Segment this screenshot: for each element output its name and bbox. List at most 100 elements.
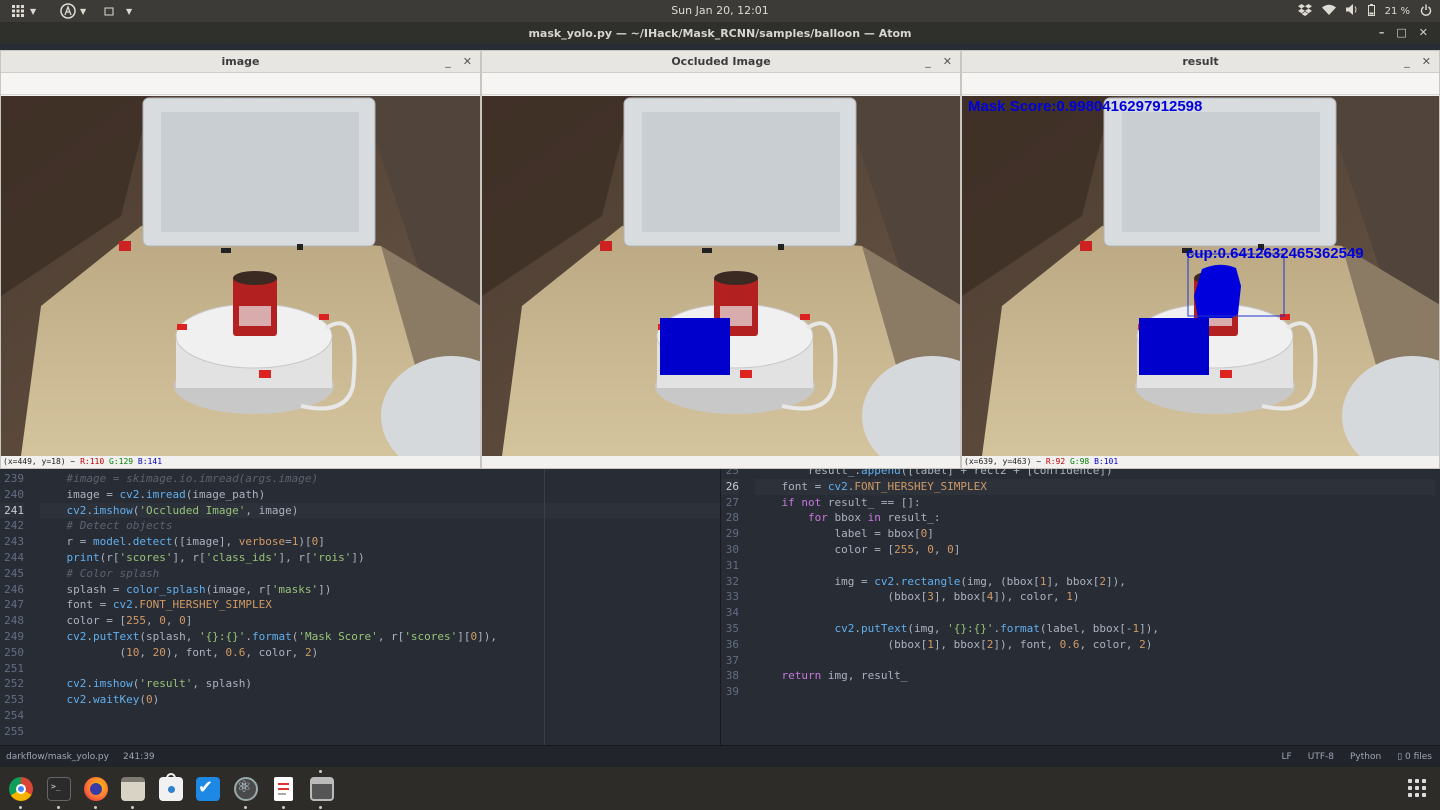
code-line[interactable]: # Color splash bbox=[40, 566, 720, 582]
editor-pane-left[interactable]: 239 240 241 242 243 244 245 246 247 248 249 250 251 2… bbox=[0, 469, 720, 745]
maximize-icon[interactable]: □ bbox=[1396, 26, 1406, 39]
cv-window-result[interactable]: result _ ✕ cup:0.6412632465362549 Mask Sc… bbox=[961, 50, 1440, 469]
code-line[interactable] bbox=[755, 605, 1435, 621]
line-number: 249 bbox=[4, 629, 24, 643]
code-editor[interactable]: 239 240 241 242 243 244 245 246 247 248 249 250 251 2… bbox=[0, 469, 1440, 745]
code-line[interactable]: font = cv2.FONT_HERSHEY_SIMPLEX bbox=[40, 597, 720, 613]
code-line[interactable]: label = bbox[0] bbox=[755, 526, 1435, 542]
clock[interactable]: Sun Jan 20, 12:01 bbox=[0, 4, 1440, 17]
line-number: 244 bbox=[4, 550, 24, 564]
close-icon[interactable]: ✕ bbox=[463, 51, 472, 73]
occlusion-box bbox=[660, 318, 730, 375]
line-number: 252 bbox=[4, 677, 24, 691]
minimize-icon[interactable]: _ bbox=[925, 51, 931, 73]
cv-toolbar bbox=[482, 73, 960, 95]
code-line[interactable] bbox=[40, 661, 720, 677]
code-line[interactable]: cv2.putText(splash, '{}:{}'.format('Mask… bbox=[40, 629, 720, 645]
battery-icon[interactable] bbox=[1367, 3, 1375, 19]
minimize-icon[interactable]: _ bbox=[1404, 51, 1410, 73]
line-number: 246 bbox=[4, 582, 24, 596]
code-line[interactable]: cv2.imshow('result', splash) bbox=[40, 676, 720, 692]
code-line[interactable]: r = model.detect([image], verbose=1)[0] bbox=[40, 534, 720, 550]
cv-toolbar bbox=[962, 73, 1439, 95]
close-icon[interactable]: ✕ bbox=[1422, 51, 1431, 73]
terminal-icon[interactable]: >_ bbox=[47, 777, 71, 801]
code-line[interactable]: result_.append([label] + rect2 + [confid… bbox=[755, 469, 1435, 479]
status-file-path[interactable]: darkflow/mask_yolo.py bbox=[6, 752, 109, 762]
top-panel: ▼ ▼ ▼ Sun Jan 20, 12:01 21 % bbox=[0, 0, 1440, 22]
close-icon[interactable]: ✕ bbox=[943, 51, 952, 73]
status-grammar[interactable]: Python bbox=[1350, 752, 1381, 762]
code-line[interactable]: (10, 20), font, 0.6, color, 2) bbox=[40, 645, 720, 661]
mask-score-label: Mask Score:0.9980416297912598 bbox=[968, 98, 1202, 115]
cv-window-occluded[interactable]: Occluded Image _ ✕ bbox=[481, 50, 961, 469]
code-line[interactable]: # Detect objects bbox=[40, 518, 720, 534]
code-line[interactable]: img = cv2.rectangle(img, (bbox[1], bbox[… bbox=[755, 574, 1435, 590]
line-number: 35 bbox=[725, 621, 739, 635]
firefox-icon[interactable] bbox=[84, 777, 108, 801]
code-line[interactable] bbox=[755, 653, 1435, 669]
line-number: 241 bbox=[0, 502, 24, 519]
camera-image[interactable] bbox=[1, 96, 480, 456]
line-number: 239 bbox=[4, 472, 24, 485]
file-icon: ▯ bbox=[1397, 752, 1403, 762]
document-icon[interactable] bbox=[274, 777, 293, 801]
code-line[interactable] bbox=[755, 558, 1435, 574]
line-number: 39 bbox=[725, 685, 739, 699]
code-line[interactable]: #image = skimage.io.imread(args.image) bbox=[40, 471, 720, 487]
status-git-files[interactable]: ▯ 0 files bbox=[1397, 752, 1432, 762]
files-icon[interactable] bbox=[121, 777, 145, 801]
line-number: 37 bbox=[725, 653, 739, 667]
code-line[interactable]: cv2.putText(img, '{}:{}'.format(label, b… bbox=[755, 621, 1435, 637]
cv-window-title: result bbox=[1182, 55, 1219, 68]
editor-pane-right[interactable]: 25 26 27 28 29 30 31 32 33 34 35 36 37 38 39 result_.a… bbox=[721, 469, 1440, 745]
power-icon[interactable] bbox=[1420, 4, 1432, 19]
code-line[interactable]: image = cv2.imread(image_path) bbox=[40, 487, 720, 503]
occlusion-box bbox=[1139, 318, 1209, 375]
code-line[interactable]: if not result_ == []: bbox=[755, 495, 1435, 511]
code-line[interactable]: font = cv2.FONT_HERSHEY_SIMPLEX bbox=[755, 478, 1435, 495]
window-icon[interactable] bbox=[310, 777, 334, 801]
window-title: mask_yolo.py — ~/IHack/Mask_RCNN/samples… bbox=[528, 27, 912, 40]
code-content[interactable]: result_.append([label] + rect2 + [confid… bbox=[755, 469, 1435, 700]
code-line[interactable]: for bbox in result_: bbox=[755, 510, 1435, 526]
code-line[interactable]: (bbox[3], bbox[4]), color, 1) bbox=[755, 589, 1435, 605]
atom-titlebar[interactable]: mask_yolo.py — ~/IHack/Mask_RCNN/samples… bbox=[0, 22, 1440, 44]
tasks-icon[interactable]: ✔ bbox=[196, 777, 220, 801]
result-image[interactable]: cup:0.6412632465362549 Mask Score:0.9980… bbox=[962, 96, 1439, 456]
code-line[interactable]: splash = color_splash(image, r['masks']) bbox=[40, 582, 720, 598]
atom-icon[interactable]: ⚛ bbox=[234, 777, 258, 801]
cv-window-image[interactable]: image _ ✕ (x=449, y=18) ~ R:110 G:129 B:1… bbox=[0, 50, 481, 469]
code-line[interactable]: (bbox[1], bbox[2]), font, 0.6, color, 2) bbox=[755, 637, 1435, 653]
code-line[interactable] bbox=[40, 724, 720, 740]
status-encoding[interactable]: UTF-8 bbox=[1308, 752, 1334, 762]
show-apps-icon[interactable] bbox=[1408, 779, 1426, 797]
code-content[interactable]: #image = skimage.io.imread(args.image) i… bbox=[40, 471, 720, 740]
occluded-image[interactable] bbox=[482, 96, 960, 456]
code-line[interactable]: color = [255, 0, 0] bbox=[40, 613, 720, 629]
code-line[interactable]: print(r['scores'], r['class_ids'], r['ro… bbox=[40, 550, 720, 566]
status-cursor-position[interactable]: 241:39 bbox=[123, 752, 155, 762]
chrome-icon[interactable] bbox=[9, 777, 33, 801]
line-number: 242 bbox=[4, 519, 24, 533]
minimize-icon[interactable]: – bbox=[1379, 26, 1385, 39]
store-icon[interactable] bbox=[159, 773, 183, 801]
dropbox-icon[interactable] bbox=[1297, 3, 1312, 19]
wifi-icon[interactable] bbox=[1321, 4, 1336, 18]
code-line[interactable]: cv2.waitKey(0) bbox=[40, 692, 720, 708]
code-line[interactable]: return img, result_ bbox=[755, 668, 1435, 684]
line-number: 33 bbox=[725, 590, 739, 604]
close-icon[interactable]: ✕ bbox=[1419, 26, 1428, 39]
code-line[interactable] bbox=[40, 708, 720, 724]
line-number: 254 bbox=[4, 708, 24, 722]
minimize-icon[interactable]: _ bbox=[445, 51, 451, 73]
status-line-ending[interactable]: LF bbox=[1282, 752, 1292, 762]
volume-icon[interactable] bbox=[1345, 4, 1358, 18]
status-bar: darkflow/mask_yolo.py 241:39 LF UTF-8 Py… bbox=[0, 745, 1440, 767]
code-line[interactable]: color = [255, 0, 0] bbox=[755, 542, 1435, 558]
code-line[interactable]: cv2.imshow('Occluded Image', image) bbox=[40, 502, 720, 519]
line-number: 29 bbox=[725, 527, 739, 541]
code-line[interactable] bbox=[755, 684, 1435, 700]
line-number: 253 bbox=[4, 693, 24, 707]
cv-window-title: Occluded Image bbox=[671, 55, 771, 68]
